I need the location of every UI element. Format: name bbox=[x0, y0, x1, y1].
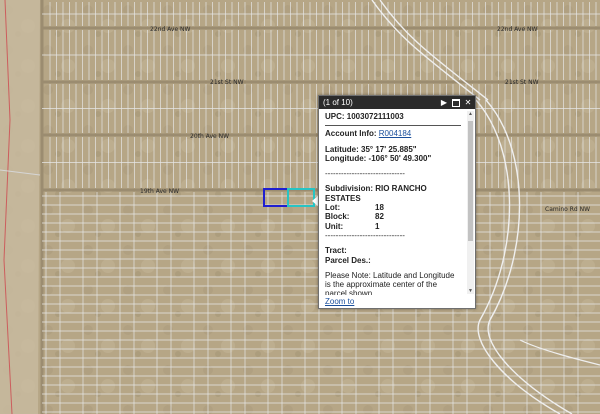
block-label: Block: bbox=[325, 212, 350, 222]
road-label: 19th Ave NW bbox=[140, 188, 179, 195]
unit-value: 1 bbox=[375, 221, 380, 231]
latitude-text: Latitude: 35° 17' 25.885" bbox=[325, 144, 417, 154]
lot-row: Lot: 18 bbox=[325, 203, 461, 212]
scroll-down-icon[interactable]: ▼ bbox=[467, 288, 474, 294]
road-label: 20th Ave NW bbox=[190, 133, 229, 140]
lot-label: Lot: bbox=[325, 203, 341, 213]
next-arrow-icon[interactable]: ▶ bbox=[440, 96, 448, 109]
popup-count: (1 of 10) bbox=[323, 98, 353, 107]
road-label: 21st St NW bbox=[210, 79, 244, 86]
longitude-text: Longitude: -106° 50' 49.300" bbox=[325, 153, 432, 163]
parcel-des-label: Parcel Des.: bbox=[325, 255, 371, 265]
scroll-thumb[interactable] bbox=[468, 121, 473, 241]
block-value: 82 bbox=[375, 212, 384, 222]
road-label: Camino Rd NW bbox=[545, 206, 590, 213]
unit-row: Unit: 1 bbox=[325, 222, 461, 231]
road-label: 22nd Ave NW bbox=[150, 26, 191, 33]
separator-text: ------------------------------ bbox=[325, 230, 405, 240]
close-icon[interactable]: ✕ bbox=[464, 96, 472, 109]
maximize-icon[interactable] bbox=[452, 98, 460, 107]
popup-body: UPC: 1003072111003 Account Info: R004184… bbox=[319, 109, 466, 295]
map-view[interactable]: 22nd Ave NW 22nd Ave NW 21st St NW 21st … bbox=[0, 0, 600, 414]
tract-label: Tract: bbox=[325, 246, 347, 256]
coordinate-note: Please Note: Latitude and Longitude is t… bbox=[325, 270, 455, 295]
popup-scrollbar[interactable]: ▲ ▼ bbox=[467, 111, 474, 294]
block-row: Block: 82 bbox=[325, 212, 461, 221]
map-canvas[interactable]: 22nd Ave NW 22nd Ave NW 21st St NW 21st … bbox=[0, 0, 600, 414]
subdivision-text: Subdivision: RIO RANCHO ESTATES bbox=[325, 184, 427, 203]
unit-label: Unit: bbox=[325, 221, 344, 231]
scroll-up-icon[interactable]: ▲ bbox=[467, 111, 474, 117]
popup-footer: Zoom to bbox=[325, 297, 354, 306]
separator-text: ------------------------------ bbox=[325, 169, 405, 179]
zoom-to-link[interactable]: Zoom to bbox=[325, 297, 354, 306]
popup-header: (1 of 10) ▶ ✕ bbox=[319, 96, 475, 109]
divider bbox=[325, 125, 461, 127]
road-label: 22nd Ave NW bbox=[497, 26, 538, 33]
account-info: Account Info: R004184 bbox=[325, 129, 461, 138]
account-label: Account Info: bbox=[325, 129, 377, 139]
popup-controls: ▶ ✕ bbox=[440, 96, 472, 109]
upc-text: UPC: 1003072111003 bbox=[325, 112, 404, 121]
road-label: 21st St NW bbox=[505, 79, 539, 86]
lot-value: 18 bbox=[375, 203, 384, 213]
account-link[interactable]: R004184 bbox=[379, 129, 411, 138]
info-popup: (1 of 10) ▶ ✕ UPC: 1003072111003 Account… bbox=[318, 95, 476, 309]
